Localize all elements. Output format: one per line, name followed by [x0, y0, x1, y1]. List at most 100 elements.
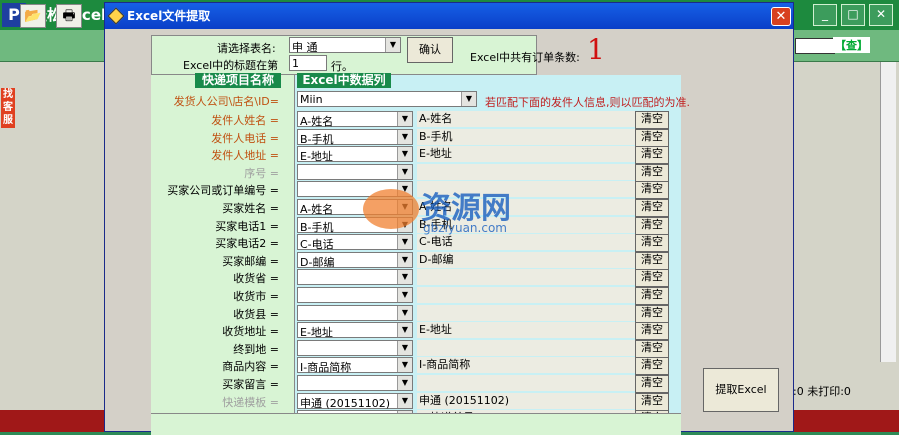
chevron-down-icon[interactable]: ▼ [397, 165, 412, 179]
row-label: 收货地址 = [222, 325, 279, 338]
sender-select[interactable]: Miin ▼ [297, 91, 477, 107]
close-button[interactable]: ✕ [771, 7, 791, 26]
mapped-value: I-商品简称 [417, 357, 637, 373]
column-select[interactable]: ▼ [297, 340, 413, 356]
column-select-value: A-姓名 [300, 203, 334, 216]
mapped-value: D-邮编 [417, 252, 637, 268]
row-label: 快递模板 = [222, 396, 279, 409]
clear-button[interactable]: 清空 [635, 129, 669, 147]
print-status: :0 未打印:0 [793, 385, 851, 398]
clear-button[interactable]: 清空 [635, 340, 669, 358]
clear-button[interactable]: 清空 [635, 199, 669, 217]
extract-excel-button[interactable]: 提取Excel [703, 368, 779, 412]
clear-button[interactable]: 清空 [635, 287, 669, 305]
mapped-value: E-地址 [417, 146, 637, 162]
header-row-input[interactable]: 1 [289, 55, 327, 71]
column-select[interactable]: I-商品简称 ▼ [297, 357, 413, 374]
clear-button[interactable]: 清空 [635, 111, 669, 129]
maximize-icon[interactable]: □ [841, 4, 865, 26]
find-service-tab[interactable]: 找客服 [1, 88, 15, 128]
clear-button[interactable]: 清空 [635, 269, 669, 287]
row-label: 商品内容 = [222, 360, 279, 373]
clear-button[interactable]: 清空 [635, 181, 669, 199]
row-label: 买家留言 = [222, 378, 279, 391]
column-select[interactable]: E-地址 ▼ [297, 322, 413, 339]
chevron-down-icon[interactable]: ▼ [397, 288, 412, 302]
sender-hint: 若匹配下面的发件人信息,则以匹配的为准. [485, 96, 690, 109]
clear-button[interactable]: 清空 [635, 164, 669, 182]
chevron-down-icon[interactable]: ▼ [397, 112, 412, 126]
column-select[interactable]: 申通 (20151102) ▼ [297, 393, 413, 410]
chevron-down-icon[interactable]: ▼ [397, 147, 412, 161]
mapped-value [417, 164, 637, 180]
mapped-value: 申通 (20151102) [417, 393, 637, 409]
minimize-icon[interactable]: _ [813, 4, 837, 26]
chevron-down-icon[interactable]: ▼ [397, 253, 412, 267]
row-label: 买家姓名 = [222, 202, 279, 215]
clear-button[interactable]: 清空 [635, 375, 669, 393]
mapped-value [417, 340, 637, 356]
field-name-header: 快递项目名称 [195, 73, 281, 88]
chevron-down-icon: ▼ [461, 92, 476, 106]
clear-button[interactable]: 清空 [635, 252, 669, 270]
column-select[interactable]: ▼ [297, 269, 413, 285]
row-label: 收货省 = [233, 272, 279, 285]
column-select[interactable]: ▼ [297, 375, 413, 391]
search-input[interactable] [795, 38, 835, 54]
chevron-down-icon[interactable]: ▼ [397, 306, 412, 320]
mapped-value [417, 375, 637, 391]
app-window-controls: _ □ ✕ [809, 4, 893, 26]
column-select[interactable]: ▼ [297, 164, 413, 180]
clear-button[interactable]: 清空 [635, 322, 669, 340]
row-label: 发件人地址 = [211, 149, 279, 162]
column-select[interactable]: A-姓名 ▼ [297, 111, 413, 128]
chevron-down-icon[interactable]: ▼ [397, 376, 412, 390]
column-select[interactable]: C-电话 ▼ [297, 234, 413, 251]
column-select[interactable]: B-手机 ▼ [297, 129, 413, 146]
close-icon[interactable]: ✕ [869, 4, 893, 26]
chevron-down-icon[interactable]: ▼ [397, 130, 412, 144]
column-select-value: I-商品简称 [300, 361, 352, 374]
column-select-value: B-手机 [300, 221, 334, 234]
clear-button[interactable]: 清空 [635, 393, 669, 411]
sheet-select[interactable]: 申 通 ▼ [289, 37, 401, 54]
sheet-label: 请选择表名: [217, 42, 276, 55]
clear-button[interactable]: 清空 [635, 217, 669, 235]
confirm-button[interactable]: 确认 [407, 37, 453, 63]
search-button[interactable]: 【查】 [833, 37, 870, 53]
chevron-down-icon[interactable]: ▼ [397, 323, 412, 337]
column-select[interactable]: ▼ [297, 287, 413, 303]
open-folder-icon[interactable]: 📂 [20, 4, 46, 28]
scrollbar[interactable] [880, 62, 896, 362]
chevron-down-icon[interactable]: ▼ [397, 235, 412, 249]
column-select-value: E-地址 [300, 326, 333, 339]
print-icon[interactable]: 🖶 [56, 4, 82, 28]
column-select[interactable]: E-地址 ▼ [297, 146, 413, 163]
row-label: 买家邮编 = [222, 255, 279, 268]
clear-button[interactable]: 清空 [635, 305, 669, 323]
row-label: 买家电话2 = [215, 237, 279, 250]
watermark-logo-icon [363, 189, 419, 229]
clear-button[interactable]: 清空 [635, 146, 669, 164]
column-select[interactable]: ▼ [297, 305, 413, 321]
clear-button[interactable]: 清空 [635, 234, 669, 252]
chevron-down-icon[interactable]: ▼ [397, 270, 412, 284]
mapped-value: B-手机 [417, 129, 637, 145]
mapped-value: E-地址 [417, 322, 637, 338]
dialog-title: Excel文件提取 [105, 3, 793, 29]
chevron-down-icon[interactable]: ▼ [397, 341, 412, 355]
clear-button[interactable]: 清空 [635, 357, 669, 375]
mapped-value [417, 287, 637, 303]
row-label: 收货县 = [233, 308, 279, 321]
row-label: 终到地 = [233, 343, 279, 356]
order-count-value: 1 [587, 33, 605, 66]
header-row-label: Excel中的标题在第 [183, 59, 279, 72]
column-select[interactable]: D-邮编 ▼ [297, 252, 413, 269]
chevron-down-icon[interactable]: ▼ [397, 358, 412, 372]
column-select-value: D-邮编 [300, 256, 335, 269]
chevron-down-icon[interactable]: ▼ [397, 394, 412, 408]
mapped-value [417, 269, 637, 285]
header-row-suffix: 行。 [331, 60, 353, 73]
row-label: 序号 = [244, 167, 279, 180]
row-label: 收货市 = [233, 290, 279, 303]
